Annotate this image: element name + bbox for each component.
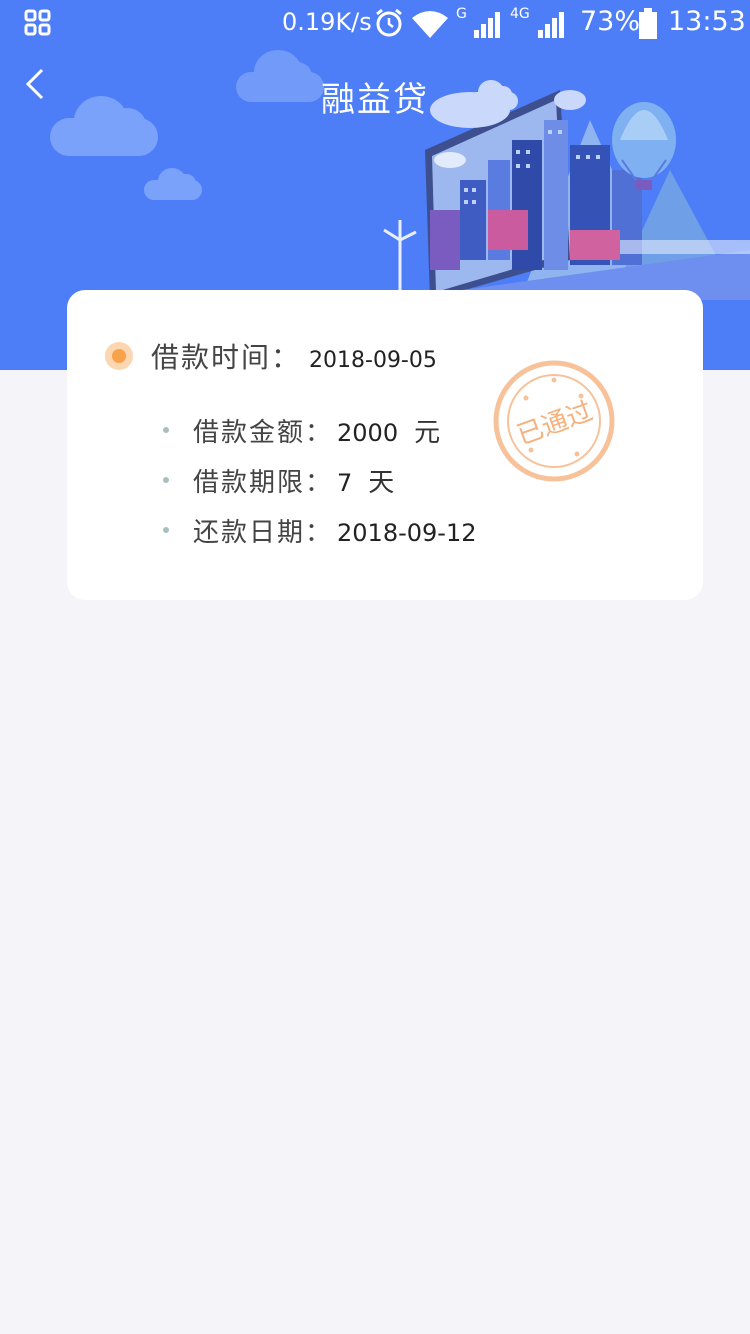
- repay-date-row: 还款日期： 2018-09-12: [163, 512, 477, 549]
- battery-icon: [639, 8, 657, 39]
- loan-term-row: 借款期限： 7 天: [163, 462, 394, 499]
- loan-term-value: 7: [337, 469, 353, 497]
- loan-amount-value: 2000: [337, 419, 399, 447]
- loan-term-unit: 天: [368, 468, 395, 498]
- repay-date-label: 还款日期：: [193, 518, 334, 548]
- loan-detail-card: 借款时间： 2018-09-05 借款金额： 2000 元 借款期限： 7 天 …: [67, 290, 703, 600]
- alarm-icon: [376, 8, 402, 37]
- bullet-icon: [163, 427, 169, 433]
- clock-time: 13:53: [668, 6, 746, 37]
- loan-term-label: 借款期限：: [193, 468, 334, 498]
- app-grid-icon: [24, 9, 51, 36]
- bullet-icon: [163, 527, 169, 533]
- loan-time-label: 借款时间：: [151, 341, 302, 374]
- wifi-icon: [412, 11, 448, 38]
- loan-amount-label: 借款金额：: [193, 418, 334, 448]
- page-title: 融益贷: [321, 80, 429, 120]
- cloud-decoration: [50, 96, 158, 156]
- battery-percent: 73%: [580, 6, 641, 37]
- network-speed: 0.19K/s: [282, 8, 372, 36]
- loan-time-row: 借款时间： 2018-09-05: [151, 336, 437, 376]
- approved-stamp-icon: 已通过: [493, 360, 615, 482]
- status-bar: 0.19K/s G 4G 73% 13:53: [0, 0, 750, 48]
- bullet-icon: [163, 477, 169, 483]
- loan-amount-row: 借款金额： 2000 元: [163, 412, 440, 449]
- stamp-text: 已通过: [513, 396, 597, 451]
- loan-time-value: 2018-09-05: [309, 348, 437, 373]
- loan-amount-unit: 元: [414, 418, 441, 448]
- timeline-dot-icon: [105, 342, 133, 370]
- screen: 0.19K/s G 4G 73% 13:53 融益贷 借款时间： 2018-09…: [0, 0, 750, 1334]
- repay-date-value: 2018-09-12: [337, 519, 477, 547]
- cloud-decoration: [144, 168, 202, 200]
